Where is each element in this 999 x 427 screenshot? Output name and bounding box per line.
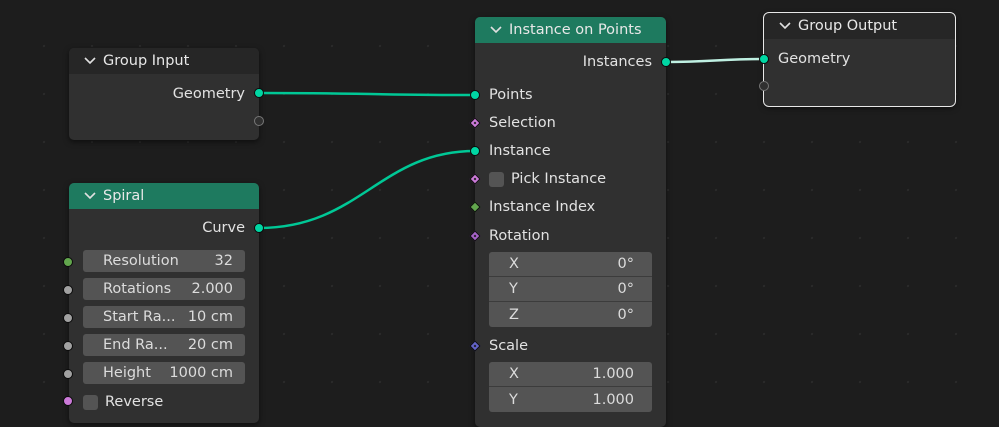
chevron-down-icon[interactable]: [83, 189, 97, 203]
instance-index-row: Instance Index: [475, 195, 666, 219]
instances-output-socket[interactable]: [661, 57, 671, 67]
group-output-node[interactable]: Group Output Geometry: [759, 12, 956, 107]
node-title: Spiral: [103, 188, 145, 204]
socket-label: Instance Index: [489, 199, 596, 215]
link-curve-to-instance: [258, 149, 476, 230]
instance-on-points-node[interactable]: Instance on Points Instances Points Sele…: [469, 17, 671, 427]
chevron-down-icon[interactable]: [778, 19, 792, 33]
output-row-geometry: Geometry: [69, 82, 259, 106]
output-row-instances: Instances: [475, 50, 666, 74]
instance-row: Instance: [475, 139, 666, 163]
socket-label: Points: [489, 87, 533, 103]
node-title: Group Input: [103, 53, 190, 69]
scale-row: Scale: [475, 334, 666, 358]
pick-instance-checkbox[interactable]: [489, 171, 504, 187]
empty-output-socket[interactable]: [254, 116, 264, 126]
selection-row: Selection: [475, 111, 666, 135]
reverse-checkbox[interactable]: [83, 394, 98, 410]
end-radius-field[interactable]: End Ra... 20 cm: [83, 334, 245, 356]
socket-label: Geometry: [172, 86, 245, 102]
link-geometry-to-points: [258, 91, 476, 97]
node-title: Group Output: [798, 18, 898, 34]
height-input-socket[interactable]: [63, 369, 73, 379]
socket-label: Instances: [582, 54, 652, 70]
resolution-input-socket[interactable]: [63, 257, 73, 267]
pick-instance-label: Pick Instance: [511, 171, 607, 187]
rotation-vector-field[interactable]: X 0° Y 0° Z 0°: [489, 252, 652, 327]
chevron-down-icon[interactable]: [489, 23, 503, 37]
reverse-row[interactable]: Reverse: [69, 390, 259, 414]
start-radius-input-socket[interactable]: [63, 313, 73, 323]
socket-label: Instance: [489, 143, 551, 159]
reverse-label: Reverse: [105, 394, 164, 410]
scale-x-field[interactable]: X 1.000: [489, 362, 652, 387]
spiral-node[interactable]: Spiral Curve Resolution 32 Rotations 2.0…: [63, 183, 264, 423]
socket-label: Selection: [489, 115, 556, 131]
group-input-header[interactable]: Group Input: [69, 48, 259, 74]
geometry-output-socket[interactable]: [254, 88, 264, 98]
output-row-curve: Curve: [69, 216, 259, 240]
rotations-input-socket[interactable]: [63, 285, 73, 295]
start-radius-field[interactable]: Start Ra... 10 cm: [83, 306, 245, 328]
height-field[interactable]: Height 1000 cm: [83, 362, 245, 384]
rotation-x-field[interactable]: X 0°: [489, 252, 652, 277]
group-output-header[interactable]: Group Output: [764, 13, 955, 39]
chevron-down-icon[interactable]: [83, 54, 97, 68]
scale-y-field[interactable]: Y 1.000: [489, 387, 652, 412]
node-title: Instance on Points: [509, 22, 642, 38]
input-row-geometry: Geometry: [764, 47, 955, 71]
rotation-y-field[interactable]: Y 0°: [489, 277, 652, 302]
socket-label: Rotation: [489, 228, 550, 244]
points-row: Points: [475, 83, 666, 107]
group-input-node[interactable]: Group Input Geometry: [69, 48, 264, 140]
end-radius-input-socket[interactable]: [63, 341, 73, 351]
link-instances-to-group-output: [665, 57, 765, 64]
socket-label: Scale: [489, 338, 529, 354]
pick-instance-row[interactable]: Pick Instance: [475, 167, 666, 191]
curve-output-socket[interactable]: [254, 223, 264, 233]
socket-label: Curve: [202, 220, 245, 236]
empty-input-socket[interactable]: [759, 81, 769, 91]
rotation-z-field[interactable]: Z 0°: [489, 302, 652, 327]
socket-label: Geometry: [778, 51, 851, 67]
resolution-field[interactable]: Resolution 32: [83, 250, 245, 272]
instance-on-points-header[interactable]: Instance on Points: [475, 17, 666, 43]
rotation-row: Rotation: [475, 224, 666, 248]
spiral-header[interactable]: Spiral: [69, 183, 259, 209]
rotations-field[interactable]: Rotations 2.000: [83, 278, 245, 300]
